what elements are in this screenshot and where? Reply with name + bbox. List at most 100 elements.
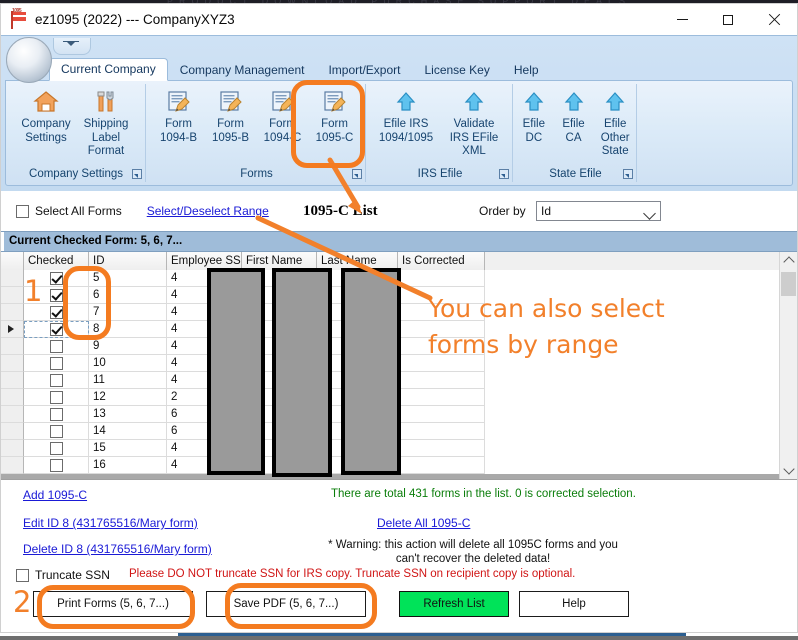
row-id-cell[interactable]: 15 <box>89 440 167 457</box>
row-checked-cell[interactable] <box>24 321 89 338</box>
maximize-button[interactable] <box>705 4 751 35</box>
minimize-button[interactable] <box>659 4 705 35</box>
row-checked-cell[interactable] <box>24 389 89 406</box>
ribbon-command-efile-other-state[interactable]: Efile Other State <box>593 81 637 159</box>
scroll-down-button[interactable] <box>780 462 797 479</box>
row-checkbox[interactable] <box>50 374 63 387</box>
row-checked-cell[interactable] <box>24 440 89 457</box>
row-is-corrected-cell[interactable] <box>398 440 485 457</box>
select-deselect-range-link[interactable]: Select/Deselect Range <box>147 204 269 218</box>
row-id-cell[interactable]: 9 <box>89 338 167 355</box>
row-checked-cell[interactable] <box>24 304 89 321</box>
row-is-corrected-cell[interactable] <box>398 457 485 474</box>
row-is-corrected-cell[interactable] <box>398 270 485 287</box>
row-checkbox[interactable] <box>50 408 63 421</box>
row-selector-cell[interactable] <box>1 270 24 287</box>
ribbon-command-form-1095-b[interactable]: Form 1095-B <box>205 81 257 145</box>
close-button[interactable] <box>751 4 797 35</box>
row-is-corrected-cell[interactable] <box>398 423 485 440</box>
row-id-cell[interactable]: 12 <box>89 389 167 406</box>
tab-license-key[interactable]: License Key <box>412 59 501 81</box>
row-is-corrected-cell[interactable] <box>398 287 485 304</box>
delete-all-1095c-link[interactable]: Delete All 1095-C <box>377 516 470 530</box>
row-checkbox[interactable] <box>50 272 63 285</box>
row-selector-cell[interactable] <box>1 457 24 474</box>
save-pdf-button[interactable]: Save PDF (5, 6, 7...) <box>206 591 366 617</box>
row-checked-cell[interactable] <box>24 355 89 372</box>
row-checked-cell[interactable] <box>24 287 89 304</box>
tab-company-management[interactable]: Company Management <box>168 59 317 81</box>
quick-access-toolbar[interactable] <box>53 38 91 55</box>
row-is-corrected-cell[interactable] <box>398 372 485 389</box>
row-checkbox[interactable] <box>50 442 63 455</box>
row-is-corrected-cell[interactable] <box>398 389 485 406</box>
row-id-cell[interactable]: 8 <box>89 321 167 338</box>
tab-import-export[interactable]: Import/Export <box>316 59 412 81</box>
row-checked-cell[interactable] <box>24 457 89 474</box>
dialog-launcher-icon[interactable] <box>623 169 633 179</box>
refresh-list-button[interactable]: Refresh List <box>399 591 509 617</box>
truncate-ssn-checkbox[interactable] <box>16 569 29 582</box>
row-selector-cell[interactable] <box>1 423 24 440</box>
ribbon-command-efile-irs-1094-1095[interactable]: Efile IRS 1094/1095 <box>372 81 440 145</box>
row-selector-cell[interactable] <box>1 287 24 304</box>
row-id-cell[interactable]: 16 <box>89 457 167 474</box>
ribbon-command-efile-ca[interactable]: Efile CA <box>554 81 594 145</box>
row-checked-cell[interactable] <box>24 423 89 440</box>
app-orb-button[interactable] <box>6 37 52 83</box>
row-selector-cell[interactable] <box>1 304 24 321</box>
row-is-corrected-cell[interactable] <box>398 338 485 355</box>
tab-help[interactable]: Help <box>502 59 551 81</box>
row-checkbox[interactable] <box>50 391 63 404</box>
row-selector-cell[interactable] <box>1 440 24 457</box>
edit-form-link[interactable]: Edit ID 8 (431765516/Mary form) <box>23 516 198 530</box>
add-1095c-link[interactable]: Add 1095-C <box>23 488 87 502</box>
order-by-select[interactable]: Id <box>536 201 661 221</box>
row-id-cell[interactable]: 14 <box>89 423 167 440</box>
grid-header-is-corrected[interactable]: Is Corrected <box>398 252 485 270</box>
row-checked-cell[interactable] <box>24 372 89 389</box>
row-selector-cell[interactable] <box>1 321 24 338</box>
row-checkbox[interactable] <box>50 306 63 319</box>
delete-form-link[interactable]: Delete ID 8 (431765516/Mary form) <box>23 542 212 556</box>
row-is-corrected-cell[interactable] <box>398 321 485 338</box>
row-checkbox[interactable] <box>50 323 63 336</box>
row-is-corrected-cell[interactable] <box>398 355 485 372</box>
row-is-corrected-cell[interactable] <box>398 304 485 321</box>
row-checkbox[interactable] <box>50 340 63 353</box>
row-id-cell[interactable]: 10 <box>89 355 167 372</box>
row-checked-cell[interactable] <box>24 338 89 355</box>
select-all-forms-control[interactable]: Select All Forms <box>16 204 122 218</box>
row-selector-cell[interactable] <box>1 389 24 406</box>
dialog-launcher-icon[interactable] <box>499 169 509 179</box>
row-checkbox[interactable] <box>50 425 63 438</box>
row-id-cell[interactable]: 6 <box>89 287 167 304</box>
ribbon-command-company-settings[interactable]: Company Settings <box>16 81 76 145</box>
row-selector-cell[interactable] <box>1 406 24 423</box>
truncate-ssn-control[interactable]: Truncate SSN <box>16 568 110 582</box>
row-checked-cell[interactable] <box>24 406 89 423</box>
ribbon-command-validate-irs-efile-xml[interactable]: Validate IRS EFile XML <box>440 81 508 159</box>
row-id-cell[interactable]: 5 <box>89 270 167 287</box>
select-all-forms-checkbox[interactable] <box>16 205 29 218</box>
row-selector-cell[interactable] <box>1 338 24 355</box>
ribbon-command-form-1094-b[interactable]: Form 1094-B <box>153 81 205 145</box>
ribbon-command-shipping-label-format[interactable]: Shipping Label Format <box>76 81 136 159</box>
grid-header-id[interactable]: ID <box>89 252 167 270</box>
row-id-cell[interactable]: 7 <box>89 304 167 321</box>
print-forms-button[interactable]: Print Forms (5, 6, 7...) <box>33 591 193 617</box>
scroll-up-button[interactable] <box>780 252 797 269</box>
tab-current-company[interactable]: Current Company <box>49 58 168 81</box>
ribbon-command-efile-dc[interactable]: Efile DC <box>514 81 554 145</box>
row-checkbox[interactable] <box>50 357 63 370</box>
help-button[interactable]: Help <box>519 591 629 617</box>
row-id-cell[interactable]: 13 <box>89 406 167 423</box>
ribbon-command-form-1094-c[interactable]: Form 1094-C <box>257 81 309 145</box>
row-is-corrected-cell[interactable] <box>398 406 485 423</box>
grid-vertical-scrollbar[interactable] <box>779 252 797 479</box>
row-checked-cell[interactable] <box>24 270 89 287</box>
row-selector-cell[interactable] <box>1 355 24 372</box>
row-checkbox[interactable] <box>50 459 63 472</box>
row-checkbox[interactable] <box>50 289 63 302</box>
row-id-cell[interactable]: 11 <box>89 372 167 389</box>
